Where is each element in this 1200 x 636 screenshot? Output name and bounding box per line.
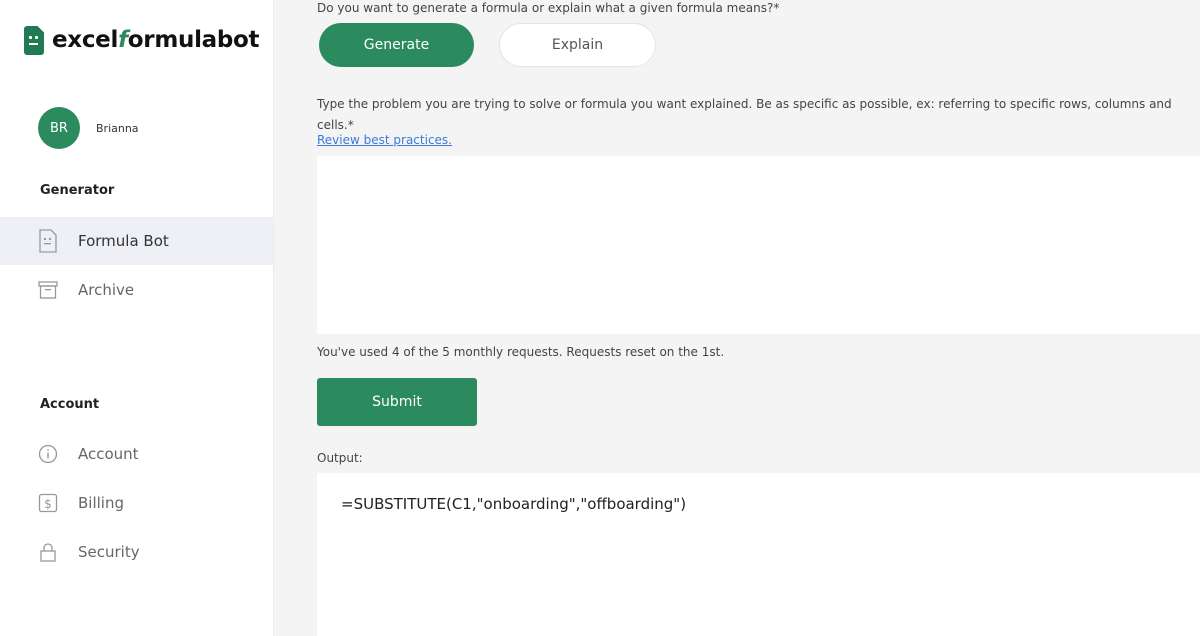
sidebar-item-account[interactable]: Account [0, 430, 273, 478]
sidebar-item-label: Security [78, 543, 140, 561]
info-icon [38, 444, 58, 464]
sidebar-item-label: Billing [78, 494, 124, 512]
sidebar-item-archive[interactable]: Archive [0, 266, 273, 314]
output-box[interactable]: =SUBSTITUTE(C1,"onboarding","offboarding… [317, 473, 1200, 636]
usage-status-text: You've used 4 of the 5 monthly requests.… [317, 345, 725, 359]
sidebar-item-label: Formula Bot [78, 232, 169, 250]
sidebar-item-label: Archive [78, 281, 135, 299]
review-best-practices-link[interactable]: Review best practices. [317, 133, 452, 147]
mode-question-label: Do you want to generate a formula or exp… [317, 1, 780, 15]
lock-icon [38, 542, 58, 562]
sidebar: excelformulabot BR Brianna Generator For… [0, 0, 274, 636]
archive-icon [38, 280, 58, 300]
sidebar-item-formula-bot[interactable]: Formula Bot [0, 217, 273, 265]
generate-button[interactable]: Generate [319, 23, 474, 67]
sidebar-item-security[interactable]: Security [0, 528, 273, 576]
main-content: Do you want to generate a formula or exp… [274, 0, 1200, 636]
dollar-icon: $ [38, 493, 58, 513]
account-section-label: Account [40, 397, 100, 412]
sidebar-item-label: Account [78, 445, 139, 463]
explain-button[interactable]: Explain [499, 23, 656, 67]
user-profile[interactable]: BR Brianna [38, 107, 139, 149]
generator-section-label: Generator [40, 183, 115, 198]
logo-icon [24, 25, 44, 55]
submit-button[interactable]: Submit [317, 378, 477, 426]
avatar[interactable]: BR [38, 107, 80, 149]
output-formula: =SUBSTITUTE(C1,"onboarding","offboarding… [341, 495, 687, 513]
output-label: Output: [317, 451, 363, 465]
logo[interactable]: excelformulabot [24, 24, 260, 56]
problem-instructions-label: Type the problem you are trying to solve… [317, 97, 1172, 132]
svg-text:$: $ [44, 497, 52, 511]
problem-input[interactable] [317, 156, 1200, 334]
formula-bot-icon [38, 229, 58, 253]
logo-text: excelformulabot [52, 27, 260, 53]
user-name: Brianna [96, 121, 139, 135]
sidebar-item-billing[interactable]: $ Billing [0, 479, 273, 527]
